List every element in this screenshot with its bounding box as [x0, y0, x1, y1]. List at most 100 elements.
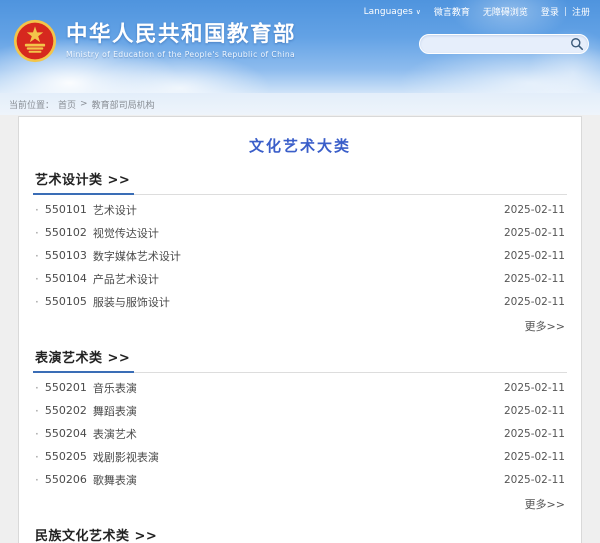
page-background: 文化艺术大类 艺术设计类 >> · 550101 艺术设计 2025-02-11… [0, 115, 600, 543]
major-code: 550105 [44, 295, 87, 308]
bullet-icon: · [35, 225, 39, 240]
site-subtitle: Ministry of Education of the People's Re… [66, 50, 296, 60]
bullet-icon: · [35, 271, 39, 286]
major-link[interactable]: · 550201 音乐表演 [35, 380, 137, 396]
publish-date: 2025-02-11 [503, 272, 565, 285]
languages-menu[interactable]: Languages ∨ [364, 7, 421, 17]
major-code: 550206 [44, 473, 87, 486]
major-title: 歌舞表演 [92, 473, 137, 487]
bullet-icon: · [35, 403, 39, 418]
major-list-item: · 550202 舞蹈表演 2025-02-11 [33, 399, 567, 422]
publish-date: 2025-02-11 [503, 427, 565, 440]
major-link[interactable]: · 550101 艺术设计 [35, 202, 137, 218]
breadcrumb-current-link[interactable]: 教育部司局机构 [92, 98, 155, 111]
site-title: 中华人民共和国教育部 [66, 21, 297, 47]
publish-date: 2025-02-11 [503, 295, 565, 308]
major-code: 550103 [44, 249, 87, 262]
section-heading-link[interactable]: 艺术设计类 >> [33, 169, 135, 195]
login-link[interactable]: 登录 [541, 5, 559, 18]
breadcrumb-prefix: 当前位置： [9, 100, 55, 111]
publish-date: 2025-02-11 [503, 226, 565, 239]
breadcrumb-home-link[interactable]: 首页 [58, 98, 76, 111]
major-list-item: · 550205 戏剧影视表演 2025-02-11 [33, 445, 567, 468]
more-link[interactable]: 更多>> [525, 498, 565, 511]
major-link[interactable]: · 550103 数字媒体艺术设计 [35, 248, 181, 264]
search-icon[interactable] [570, 37, 584, 51]
major-code: 550201 [44, 381, 87, 394]
divider: | [563, 6, 567, 17]
major-code: 550104 [44, 272, 87, 285]
bullet-icon: · [35, 426, 39, 441]
search-input[interactable] [430, 38, 570, 50]
category-section: 民族文化艺术类 >> · 550303 民族服装与饰品 2025-02-11 [33, 525, 567, 543]
major-list-item: · 550104 产品艺术设计 2025-02-11 [33, 267, 567, 290]
major-list-item: · 550105 服装与服饰设计 2025-02-11 [33, 290, 567, 313]
more-row: 更多>> [33, 313, 567, 334]
section-heading-row: 艺术设计类 >> [33, 169, 567, 195]
accessibility-link[interactable]: 无障碍浏览 [483, 5, 528, 18]
national-emblem-icon [13, 19, 57, 63]
section-heading-row: 民族文化艺术类 >> [33, 525, 567, 543]
publish-date: 2025-02-11 [503, 203, 565, 216]
major-link[interactable]: · 550205 戏剧影视表演 [35, 449, 159, 465]
sections-container: 艺术设计类 >> · 550101 艺术设计 2025-02-11 · 5501… [33, 169, 567, 543]
major-list-item: · 550201 音乐表演 2025-02-11 [33, 376, 567, 399]
register-link[interactable]: 注册 [572, 5, 590, 18]
major-code: 550102 [44, 226, 87, 239]
breadcrumb: 当前位置： 首页 > 教育部司局机构 [0, 93, 600, 115]
major-title: 服装与服饰设计 [92, 295, 170, 309]
major-code: 550202 [44, 404, 87, 417]
major-list-item: · 550204 表演艺术 2025-02-11 [33, 422, 567, 445]
major-list-item: · 550101 艺术设计 2025-02-11 [33, 198, 567, 221]
bullet-icon: · [35, 294, 39, 309]
major-link[interactable]: · 550204 表演艺术 [35, 426, 137, 442]
publish-date: 2025-02-11 [503, 404, 565, 417]
major-code: 550205 [44, 450, 87, 463]
publish-date: 2025-02-11 [503, 473, 565, 486]
major-title: 艺术设计 [92, 203, 137, 217]
search-box [419, 34, 589, 54]
major-title: 音乐表演 [92, 381, 137, 395]
chevron-down-icon: ∨ [415, 7, 421, 16]
major-list-item: · 550206 歌舞表演 2025-02-11 [33, 468, 567, 491]
major-link[interactable]: · 550105 服装与服饰设计 [35, 294, 170, 310]
bullet-icon: · [35, 202, 39, 217]
header-utility-nav: Languages ∨ 微言教育 无障碍浏览 登录 | 注册 [364, 5, 590, 19]
major-title: 戏剧影视表演 [92, 450, 159, 464]
publish-date: 2025-02-11 [503, 381, 565, 394]
category-section: 表演艺术类 >> · 550201 音乐表演 2025-02-11 · 5502… [33, 347, 567, 512]
site-logo[interactable]: 中华人民共和国教育部 Ministry of Education of the … [13, 19, 296, 63]
weiyan-education-link[interactable]: 微言教育 [434, 5, 470, 18]
site-header: Languages ∨ 微言教育 无障碍浏览 登录 | 注册 中华人民共和国教育部… [0, 0, 600, 93]
major-title: 数字媒体艺术设计 [92, 249, 181, 263]
breadcrumb-separator: > [80, 99, 88, 109]
major-code: 550204 [44, 427, 87, 440]
major-title: 产品艺术设计 [92, 272, 159, 286]
bullet-icon: · [35, 380, 39, 395]
major-link[interactable]: · 550104 产品艺术设计 [35, 271, 159, 287]
major-title: 视觉传达设计 [92, 226, 159, 240]
major-link[interactable]: · 550202 舞蹈表演 [35, 403, 137, 419]
major-list-item: · 550103 数字媒体艺术设计 2025-02-11 [33, 244, 567, 267]
bullet-icon: · [35, 449, 39, 464]
major-link[interactable]: · 550206 歌舞表演 [35, 472, 137, 488]
more-link[interactable]: 更多>> [525, 320, 565, 333]
brand-text: 中华人民共和国教育部 Ministry of Education of the … [66, 21, 297, 60]
content-card: 文化艺术大类 艺术设计类 >> · 550101 艺术设计 2025-02-11… [18, 116, 582, 543]
major-title: 表演艺术 [92, 427, 137, 441]
bullet-icon: · [35, 472, 39, 487]
major-title: 舞蹈表演 [92, 404, 137, 418]
publish-date: 2025-02-11 [503, 450, 565, 463]
bullet-icon: · [35, 248, 39, 263]
major-code: 550101 [44, 203, 87, 216]
publish-date: 2025-02-11 [503, 249, 565, 262]
section-heading-link[interactable]: 民族文化艺术类 >> [33, 525, 161, 543]
section-heading-row: 表演艺术类 >> [33, 347, 567, 373]
section-list: · 550101 艺术设计 2025-02-11 · 550102 视觉传达设计… [33, 198, 567, 334]
section-heading-link[interactable]: 表演艺术类 >> [33, 347, 135, 373]
major-list-item: · 550102 视觉传达设计 2025-02-11 [33, 221, 567, 244]
more-row: 更多>> [33, 491, 567, 512]
category-section: 艺术设计类 >> · 550101 艺术设计 2025-02-11 · 5501… [33, 169, 567, 334]
page-title: 文化艺术大类 [248, 137, 351, 155]
major-link[interactable]: · 550102 视觉传达设计 [35, 225, 159, 241]
